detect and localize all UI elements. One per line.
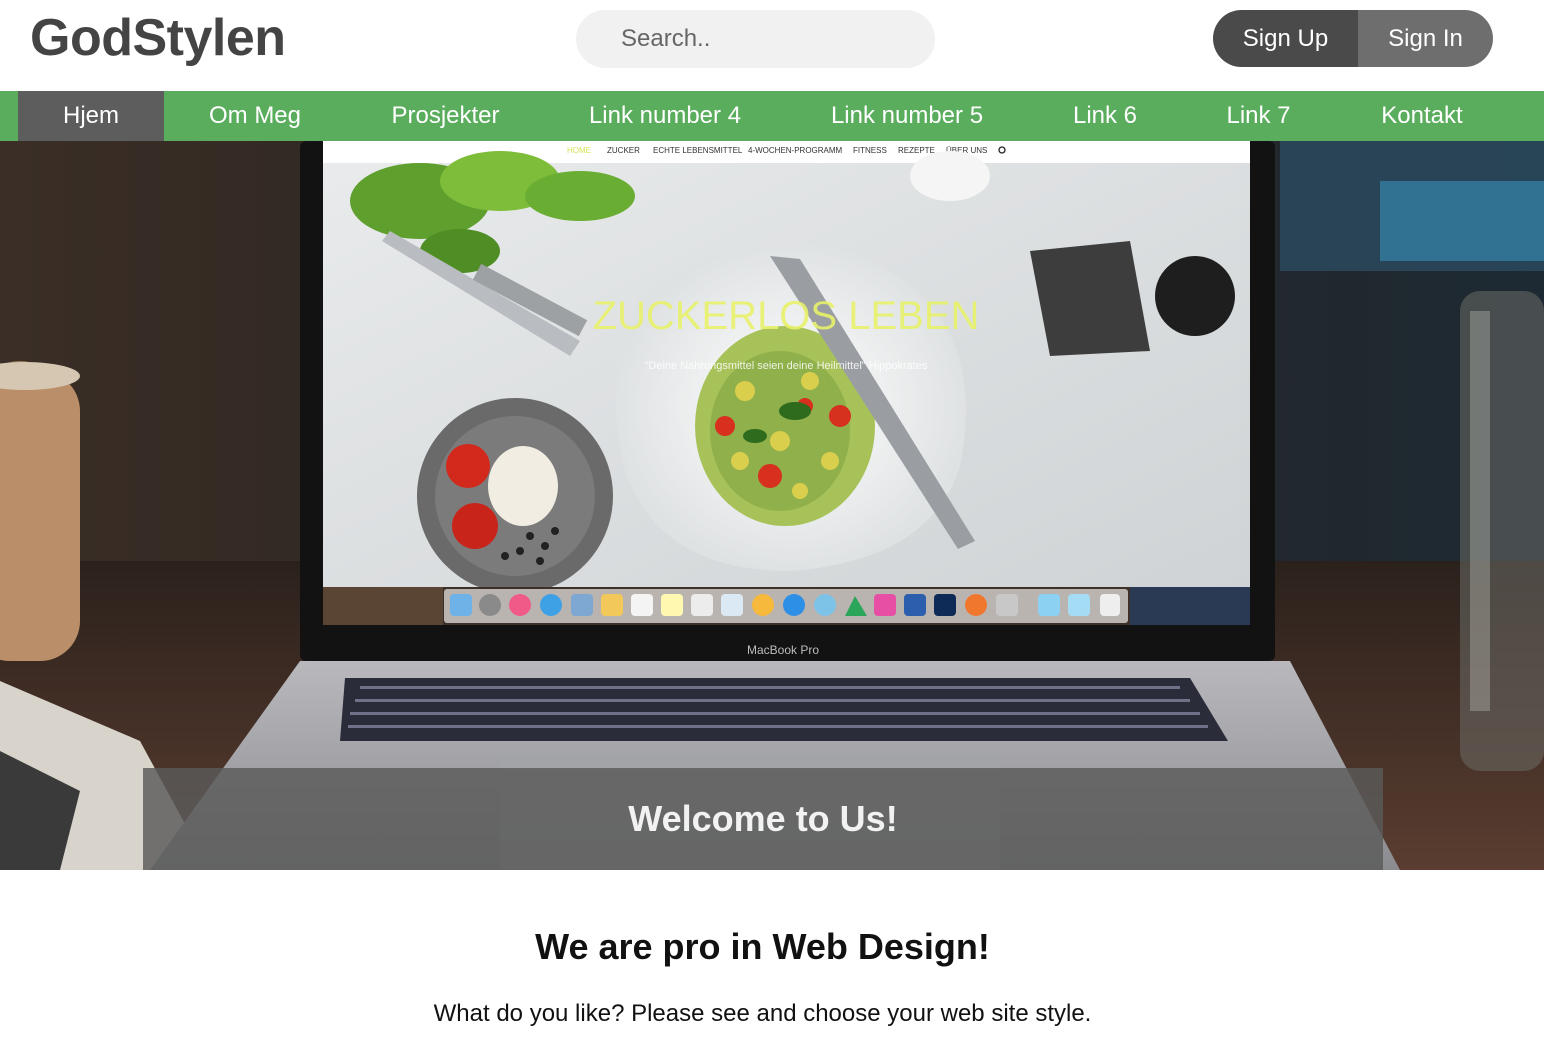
screen-menu-fitness: FITNESS (853, 146, 887, 155)
hero-banner: HOME ZUCKER ECHTE LEBENSMITTEL 4-WOCHEN-… (0, 141, 1544, 870)
sign-up-button[interactable]: Sign Up (1213, 10, 1358, 67)
nav-item-link-5[interactable]: Link number 5 (785, 91, 1029, 141)
nav-item-om-meg[interactable]: Om Meg (164, 91, 346, 141)
nav-item-link-6[interactable]: Link 6 (1029, 91, 1181, 141)
nav-item-link-7[interactable]: Link 7 (1181, 91, 1336, 141)
screen-menu-home: HOME (567, 146, 591, 155)
nav-item-kontakt[interactable]: Kontakt (1336, 91, 1508, 141)
screen-title: ZUCKERLOS LEBEN (593, 294, 980, 338)
search-input[interactable] (576, 10, 935, 68)
screen-menu-zucker: ZUCKER (607, 146, 640, 155)
screen-menu-programm: 4-WOCHEN-PROGRAMM (748, 146, 843, 155)
nav-item-link-4[interactable]: Link number 4 (545, 91, 785, 141)
site-logo[interactable]: GodStylen (30, 8, 286, 68)
subline: What do you like? Please see and choose … (433, 1000, 1092, 1027)
headline: We are pro in Web Design! (535, 926, 990, 967)
welcome-banner: Welcome to Us! (143, 768, 1383, 870)
laptop-brand-label: MacBook Pro (747, 643, 819, 657)
sign-in-button[interactable]: Sign In (1358, 10, 1493, 67)
auth-buttons: Sign Up Sign In (1213, 10, 1493, 67)
hero-laptop-image: HOME ZUCKER ECHTE LEBENSMITTEL 4-WOCHEN-… (0, 141, 1544, 870)
site-header: GodStylen Sign Up Sign In (0, 0, 1544, 91)
screen-menu-rezepte: REZEPTE (898, 146, 935, 155)
main-navigation: Hjem Om Meg Prosjekter Link number 4 Lin… (0, 91, 1544, 141)
nav-item-hjem[interactable]: Hjem (18, 91, 164, 141)
screen-quote: "Deine Nahrungsmittel seien deine Heilmi… (645, 360, 928, 372)
screen-menu-echte: ECHTE LEBENSMITTEL (653, 146, 743, 155)
nav-item-prosjekter[interactable]: Prosjekter (346, 91, 545, 141)
